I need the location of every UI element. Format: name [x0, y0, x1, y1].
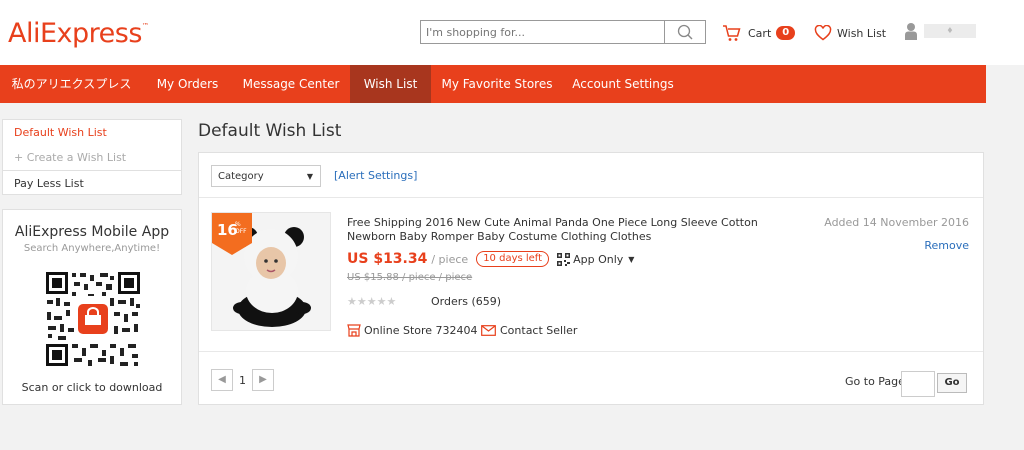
search-button[interactable]: [664, 21, 705, 43]
caret-down-icon: ▼: [628, 254, 635, 264]
category-select-value: Category: [218, 171, 264, 182]
contact-seller-label: Contact Seller: [500, 324, 578, 337]
search-icon: [677, 24, 693, 40]
contact-seller-link[interactable]: Contact Seller: [481, 324, 577, 337]
store-link[interactable]: Online Store 732404: [347, 324, 478, 337]
qr-code[interactable]: [44, 270, 142, 368]
orders-count: Orders (659): [431, 295, 502, 308]
app-only-dropdown[interactable]: App Only ▼: [557, 252, 635, 266]
go-button[interactable]: Go: [937, 373, 967, 393]
sidebar-item-pay-less-list[interactable]: Pay Less List: [3, 170, 181, 196]
wishlist-link[interactable]: Wish List: [814, 24, 886, 42]
days-left-badge: 10 days left: [476, 251, 550, 267]
app-promo-subtitle: Search Anywhere,Anytime!: [23, 243, 161, 254]
store-icon: [347, 324, 361, 337]
search-box: [420, 20, 706, 44]
user-icon: [905, 23, 917, 40]
price-unit: / piece: [431, 252, 469, 266]
alert-settings-link[interactable]: [Alert Settings]: [334, 169, 417, 182]
app-promo-title: AliExpress Mobile App: [14, 224, 170, 240]
wishlist-sidebar: Default Wish List + Create a Wish List P…: [2, 119, 182, 195]
remove-button[interactable]: Remove: [924, 239, 969, 252]
app-download-text: Scan or click to download: [21, 381, 163, 394]
wishlist-panel: Category ▼ [Alert Settings] 16 % OFF Free…: [198, 152, 984, 405]
nav-favorite-stores[interactable]: My Favorite Stores: [431, 65, 563, 103]
prev-page-button[interactable]: ◀: [211, 369, 233, 391]
app-only-label: App Only: [573, 252, 624, 266]
main-nav: 私のアリエクスプレス My Orders Message Center Wish…: [0, 65, 986, 103]
page-title: Default Wish List: [198, 121, 342, 141]
cart-icon: [723, 25, 741, 41]
mail-icon: [481, 325, 496, 336]
next-page-button[interactable]: ▶: [252, 369, 274, 391]
nav-my-aliexpress[interactable]: 私のアリエクスプレス: [0, 65, 143, 103]
create-wish-list-link[interactable]: + Create a Wish List: [3, 145, 181, 170]
header: AliExpress™ Cart 0 Wish List ♦: [0, 0, 1024, 65]
cart-link[interactable]: Cart 0: [722, 24, 796, 42]
product-thumbnail[interactable]: 16 % OFF: [211, 212, 331, 331]
cart-count-badge: 0: [776, 26, 796, 40]
divider: [199, 197, 983, 198]
nav-wish-list[interactable]: Wish List: [350, 65, 431, 103]
pagination: ◀ 1 ▶: [211, 369, 274, 391]
category-select[interactable]: Category ▼: [211, 165, 321, 187]
go-to-page-label: Go to Page: [845, 375, 905, 388]
divider: [199, 351, 983, 352]
aliexpress-logo[interactable]: AliExpress™: [8, 18, 149, 49]
nav-message-center[interactable]: Message Center: [232, 65, 350, 103]
cart-label: Cart: [748, 26, 772, 40]
store-name: Online Store 732404: [364, 324, 478, 337]
product-price: US $13.34: [347, 251, 428, 267]
current-page[interactable]: 1: [239, 374, 246, 387]
discount-off-label: % OFF: [235, 221, 247, 235]
wishlist-label: Wish List: [837, 26, 887, 40]
search-input[interactable]: [421, 21, 664, 43]
nav-my-orders[interactable]: My Orders: [143, 65, 232, 103]
qr-code-icon: [557, 252, 571, 266]
nav-account-settings[interactable]: Account Settings: [563, 65, 683, 103]
product-name-link[interactable]: Free Shipping 2016 New Cute Animal Panda…: [347, 216, 807, 244]
original-price: US $15.88 / piece / piece: [347, 272, 473, 283]
mobile-app-promo[interactable]: AliExpress Mobile App Search Anywhere,An…: [2, 209, 182, 405]
user-name: ♦: [924, 24, 976, 38]
added-date: Added 14 November 2016: [824, 216, 969, 229]
chevron-down-icon: ▼: [306, 172, 313, 181]
go-to-page-input[interactable]: [901, 371, 935, 397]
user-menu[interactable]: ♦: [904, 22, 976, 40]
rating-stars: ★★★★★: [347, 295, 397, 308]
sidebar-item-default-wish-list[interactable]: Default Wish List: [3, 120, 181, 145]
discount-badge: 16 % OFF: [212, 213, 252, 255]
price-row: US $13.34 / piece 10 days left App Only …: [347, 251, 634, 267]
heart-icon: [814, 25, 832, 41]
